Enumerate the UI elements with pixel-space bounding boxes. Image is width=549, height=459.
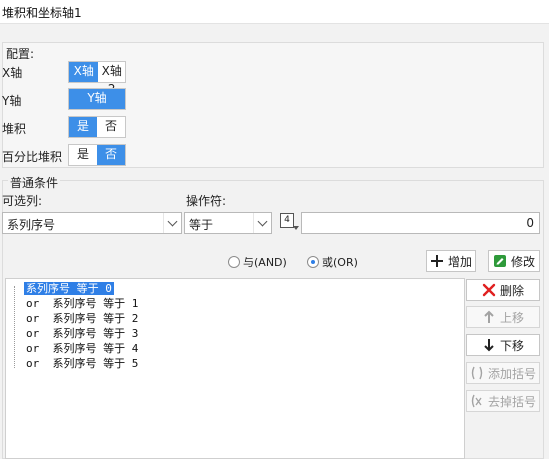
window-title: 堆积和坐标轴1 xyxy=(2,6,82,20)
condition-value: 0 xyxy=(526,216,534,230)
stack-option-no[interactable]: 否 xyxy=(97,117,125,137)
delete-button-label: 删除 xyxy=(499,283,524,298)
move-up-button[interactable]: 上移 xyxy=(466,306,540,328)
condition-row[interactable]: or 系列序号 等于 3 xyxy=(26,325,138,341)
radio-or[interactable]: 或(OR) xyxy=(307,254,358,270)
condition-prefix: or xyxy=(26,312,53,325)
filter-section-label: 普通条件 xyxy=(8,174,61,191)
condition-prefix: or xyxy=(26,327,53,340)
y-axis-segmented: Y轴 xyxy=(68,88,126,110)
condition-text: 系列序号 等于 4 xyxy=(52,342,139,355)
move-down-button[interactable]: 下移 xyxy=(466,334,540,356)
formula-type-badge: 4 xyxy=(284,215,290,225)
stack-option-yes[interactable]: 是 xyxy=(69,117,97,137)
modify-button-label: 修改 xyxy=(510,254,535,269)
bracket-icon xyxy=(470,366,484,380)
condition-text: 系列序号 等于 0 xyxy=(24,282,114,295)
move-down-button-label: 下移 xyxy=(499,338,524,353)
operator-select-value: 等于 xyxy=(189,218,214,232)
condition-row[interactable]: or 系列序号 等于 2 xyxy=(26,310,138,326)
stack-segmented: 是 否 xyxy=(68,116,126,138)
remove-bracket-button-label: 去掉括号 xyxy=(487,394,536,409)
x-axis-segmented: X轴 X轴2 xyxy=(68,61,126,96)
formula-type-icon[interactable]: 4 xyxy=(279,212,299,232)
stack-label: 堆积 xyxy=(2,122,27,136)
radio-and-label: 与(AND) xyxy=(243,256,287,269)
radio-and[interactable]: 与(AND) xyxy=(228,254,287,270)
condition-row[interactable]: or 系列序号 等于 5 xyxy=(26,355,138,371)
add-button-label: 增加 xyxy=(447,254,472,269)
condition-row[interactable]: 系列序号 等于 0 xyxy=(24,280,114,296)
delete-x-icon xyxy=(482,283,496,297)
percent-stack-label: 百分比堆积 xyxy=(2,150,63,164)
add-bracket-button-label: 添加括号 xyxy=(487,366,536,381)
condition-prefix: or xyxy=(26,357,53,370)
chevron-down-icon xyxy=(253,213,271,233)
column-select[interactable]: 系列序号 xyxy=(2,212,182,234)
percent-stack-option-yes[interactable]: 是 xyxy=(69,145,97,165)
radio-or-circle[interactable] xyxy=(307,256,319,268)
arrow-down-icon xyxy=(482,338,496,352)
percent-stack-option-no[interactable]: 否 xyxy=(97,145,125,165)
tree-connector xyxy=(14,286,15,368)
condition-prefix: or xyxy=(26,297,53,310)
operator-label: 操作符: xyxy=(186,194,227,208)
modify-icon xyxy=(493,254,507,268)
add-button[interactable]: 增加 xyxy=(426,250,476,272)
remove-bracket-icon xyxy=(470,394,484,408)
remove-bracket-button[interactable]: 去掉括号 xyxy=(466,390,540,412)
condition-text: 系列序号 等于 1 xyxy=(52,297,139,310)
x-axis-option-x2[interactable]: X轴2 xyxy=(98,62,125,96)
arrow-up-icon xyxy=(482,310,496,324)
condition-rows: 系列序号 等于 0 or 系列序号 等于 1 or 系列序号 等于 2 or 系列序号… xyxy=(0,0,138,370)
percent-stack-segmented: 是 否 xyxy=(68,144,126,166)
chevron-down-icon xyxy=(163,213,181,233)
y-axis-option-y[interactable]: Y轴 xyxy=(69,89,125,109)
move-up-button-label: 上移 xyxy=(499,310,524,325)
radio-and-circle[interactable] xyxy=(228,256,240,268)
column-label: 可选列: xyxy=(2,194,43,208)
x-axis-label: X轴 xyxy=(2,66,23,80)
radio-or-label: 或(OR) xyxy=(322,256,358,269)
column-select-value: 系列序号 xyxy=(7,218,56,232)
condition-value-input[interactable]: 0 xyxy=(301,212,540,234)
add-bracket-button[interactable]: 添加括号 xyxy=(466,362,540,384)
condition-row[interactable]: or 系列序号 等于 4 xyxy=(26,340,138,356)
window-title-bar: 堆积和坐标轴1 xyxy=(0,0,549,24)
condition-text: 系列序号 等于 3 xyxy=(52,327,139,340)
y-axis-label: Y轴 xyxy=(2,94,22,108)
config-section-label: 配置: xyxy=(6,47,35,61)
delete-button[interactable]: 删除 xyxy=(466,279,540,301)
condition-text: 系列序号 等于 2 xyxy=(52,312,139,325)
plus-icon xyxy=(430,254,444,268)
condition-prefix: or xyxy=(26,342,53,355)
operator-select[interactable]: 等于 xyxy=(184,212,272,234)
x-axis-option-x1[interactable]: X轴 xyxy=(69,62,99,82)
condition-row[interactable]: or 系列序号 等于 1 xyxy=(26,295,138,311)
modify-button[interactable]: 修改 xyxy=(488,250,540,272)
condition-text: 系列序号 等于 5 xyxy=(52,357,139,370)
